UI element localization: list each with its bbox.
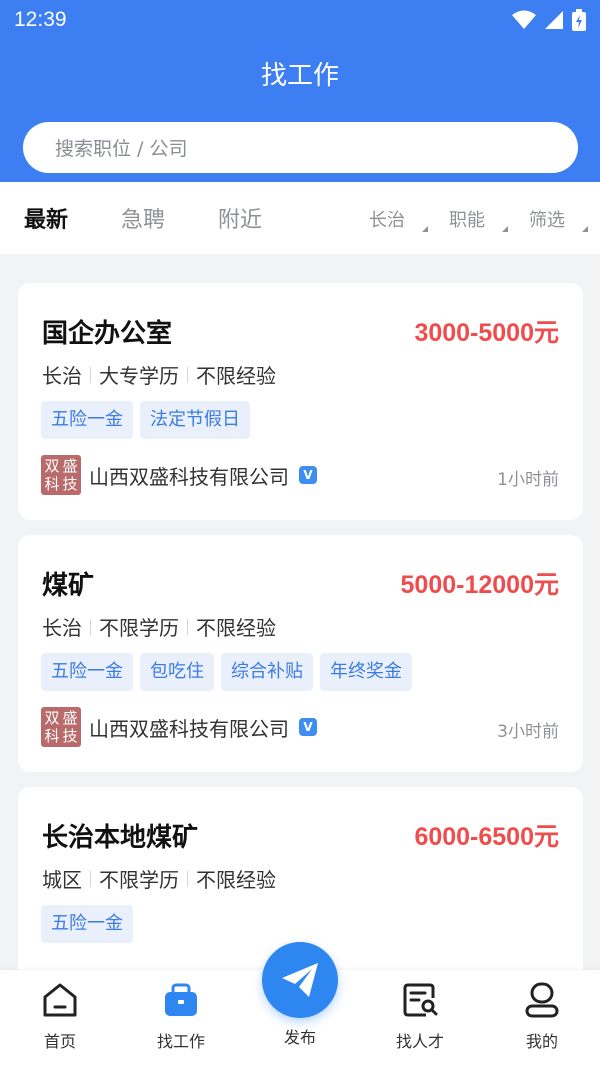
home-icon — [43, 983, 77, 1017]
job-title: 长治本地煤矿 — [42, 823, 199, 853]
job-location: 长治 — [42, 616, 82, 640]
search-input[interactable]: 搜索职位 / 公司 — [23, 122, 578, 173]
caret-icon — [502, 226, 508, 232]
paper-plane-icon — [282, 963, 318, 997]
wifi-icon — [512, 10, 536, 29]
company-info: 双盛科技 山西双盛科技有限公司 V — [41, 455, 317, 495]
job-tag: 五险一金 — [41, 905, 133, 943]
filter-city[interactable]: 长治 — [369, 206, 405, 232]
job-education: 大专学历 — [99, 364, 179, 388]
posted-time: 1小时前 — [497, 470, 559, 490]
job-experience: 不限经验 — [196, 364, 276, 388]
job-tags: 五险一金 — [41, 905, 133, 943]
page-title: 找工作 — [260, 61, 339, 91]
briefcase-icon — [165, 983, 197, 1016]
job-education: 不限学历 — [99, 616, 179, 640]
nav-home[interactable]: 首页 — [15, 980, 105, 1052]
resume-search-icon — [403, 983, 438, 1017]
nav-home-label: 首页 — [43, 1032, 76, 1051]
job-title: 国企办公室 — [42, 319, 173, 349]
company-name: 山西双盛科技有限公司 — [89, 464, 289, 489]
verified-icon: V — [299, 466, 317, 484]
job-salary: 6000-6500元 — [414, 823, 559, 851]
job-tag: 包吃住 — [140, 653, 214, 691]
user-icon — [525, 982, 559, 1018]
job-salary: 5000-12000元 — [400, 571, 559, 599]
tab-latest[interactable]: 最新 — [24, 202, 68, 234]
job-meta: 长治 大专学历 不限经验 — [42, 360, 276, 389]
company-name: 山西双盛科技有限公司 — [89, 716, 289, 741]
status-time: 12:39 — [14, 8, 67, 31]
job-experience: 不限经验 — [196, 616, 276, 640]
job-card[interactable]: 煤矿 5000-12000元 长治 不限学历 不限经验 五险一金 包吃住 综合补… — [18, 535, 583, 772]
nav-talent[interactable]: 找人才 — [375, 980, 465, 1052]
status-icons — [512, 9, 586, 31]
job-location: 长治 — [42, 364, 82, 388]
job-experience: 不限经验 — [196, 868, 276, 892]
app-header: 12:39 找工作 搜索职位 / 公司 — [0, 0, 600, 182]
publish-button[interactable] — [262, 942, 338, 1018]
nav-mine-label: 我的 — [525, 1032, 558, 1051]
filter-more[interactable]: 筛选 — [529, 206, 565, 232]
signal-icon — [545, 11, 563, 29]
filter-function[interactable]: 职能 — [449, 206, 485, 232]
nav-mine[interactable]: 我的 — [497, 980, 587, 1052]
nav-jobs[interactable]: 找工作 — [136, 980, 226, 1052]
battery-charging-icon — [572, 9, 586, 31]
job-meta: 城区 不限学历 不限经验 — [42, 864, 276, 893]
caret-icon — [422, 226, 428, 232]
nav-talent-label: 找人才 — [395, 1032, 444, 1051]
company-info: 双盛科技 山西双盛科技有限公司 V — [41, 707, 317, 747]
job-tags: 五险一金 包吃住 综合补贴 年终奖金 — [41, 653, 412, 691]
job-tags: 五险一金 法定节假日 — [41, 401, 250, 439]
job-tag: 年终奖金 — [320, 653, 412, 691]
tabs-bar — [0, 182, 600, 254]
job-salary: 3000-5000元 — [414, 319, 559, 347]
job-education: 不限学历 — [99, 868, 179, 892]
job-tag: 法定节假日 — [140, 401, 250, 439]
company-logo: 双盛科技 — [41, 455, 81, 495]
job-title: 煤矿 — [42, 571, 95, 601]
job-meta: 长治 不限学历 不限经验 — [42, 612, 276, 641]
company-logo: 双盛科技 — [41, 707, 81, 747]
tab-urgent[interactable]: 急聘 — [121, 202, 165, 234]
posted-time: 3小时前 — [497, 722, 559, 742]
job-tag: 综合补贴 — [221, 653, 313, 691]
publish-label: 发布 — [283, 1028, 316, 1047]
search-placeholder: 搜索职位 / 公司 — [55, 138, 188, 160]
job-card[interactable]: 国企办公室 3000-5000元 长治 大专学历 不限经验 五险一金 法定节假日… — [18, 283, 583, 520]
status-bar: 12:39 — [0, 0, 600, 40]
verified-icon: V — [299, 718, 317, 736]
nav-jobs-label: 找工作 — [156, 1032, 205, 1051]
tab-nearby[interactable]: 附近 — [218, 202, 262, 234]
job-tag: 五险一金 — [41, 401, 133, 439]
job-tag: 五险一金 — [41, 653, 133, 691]
job-location: 城区 — [42, 868, 82, 892]
caret-icon — [582, 226, 588, 232]
